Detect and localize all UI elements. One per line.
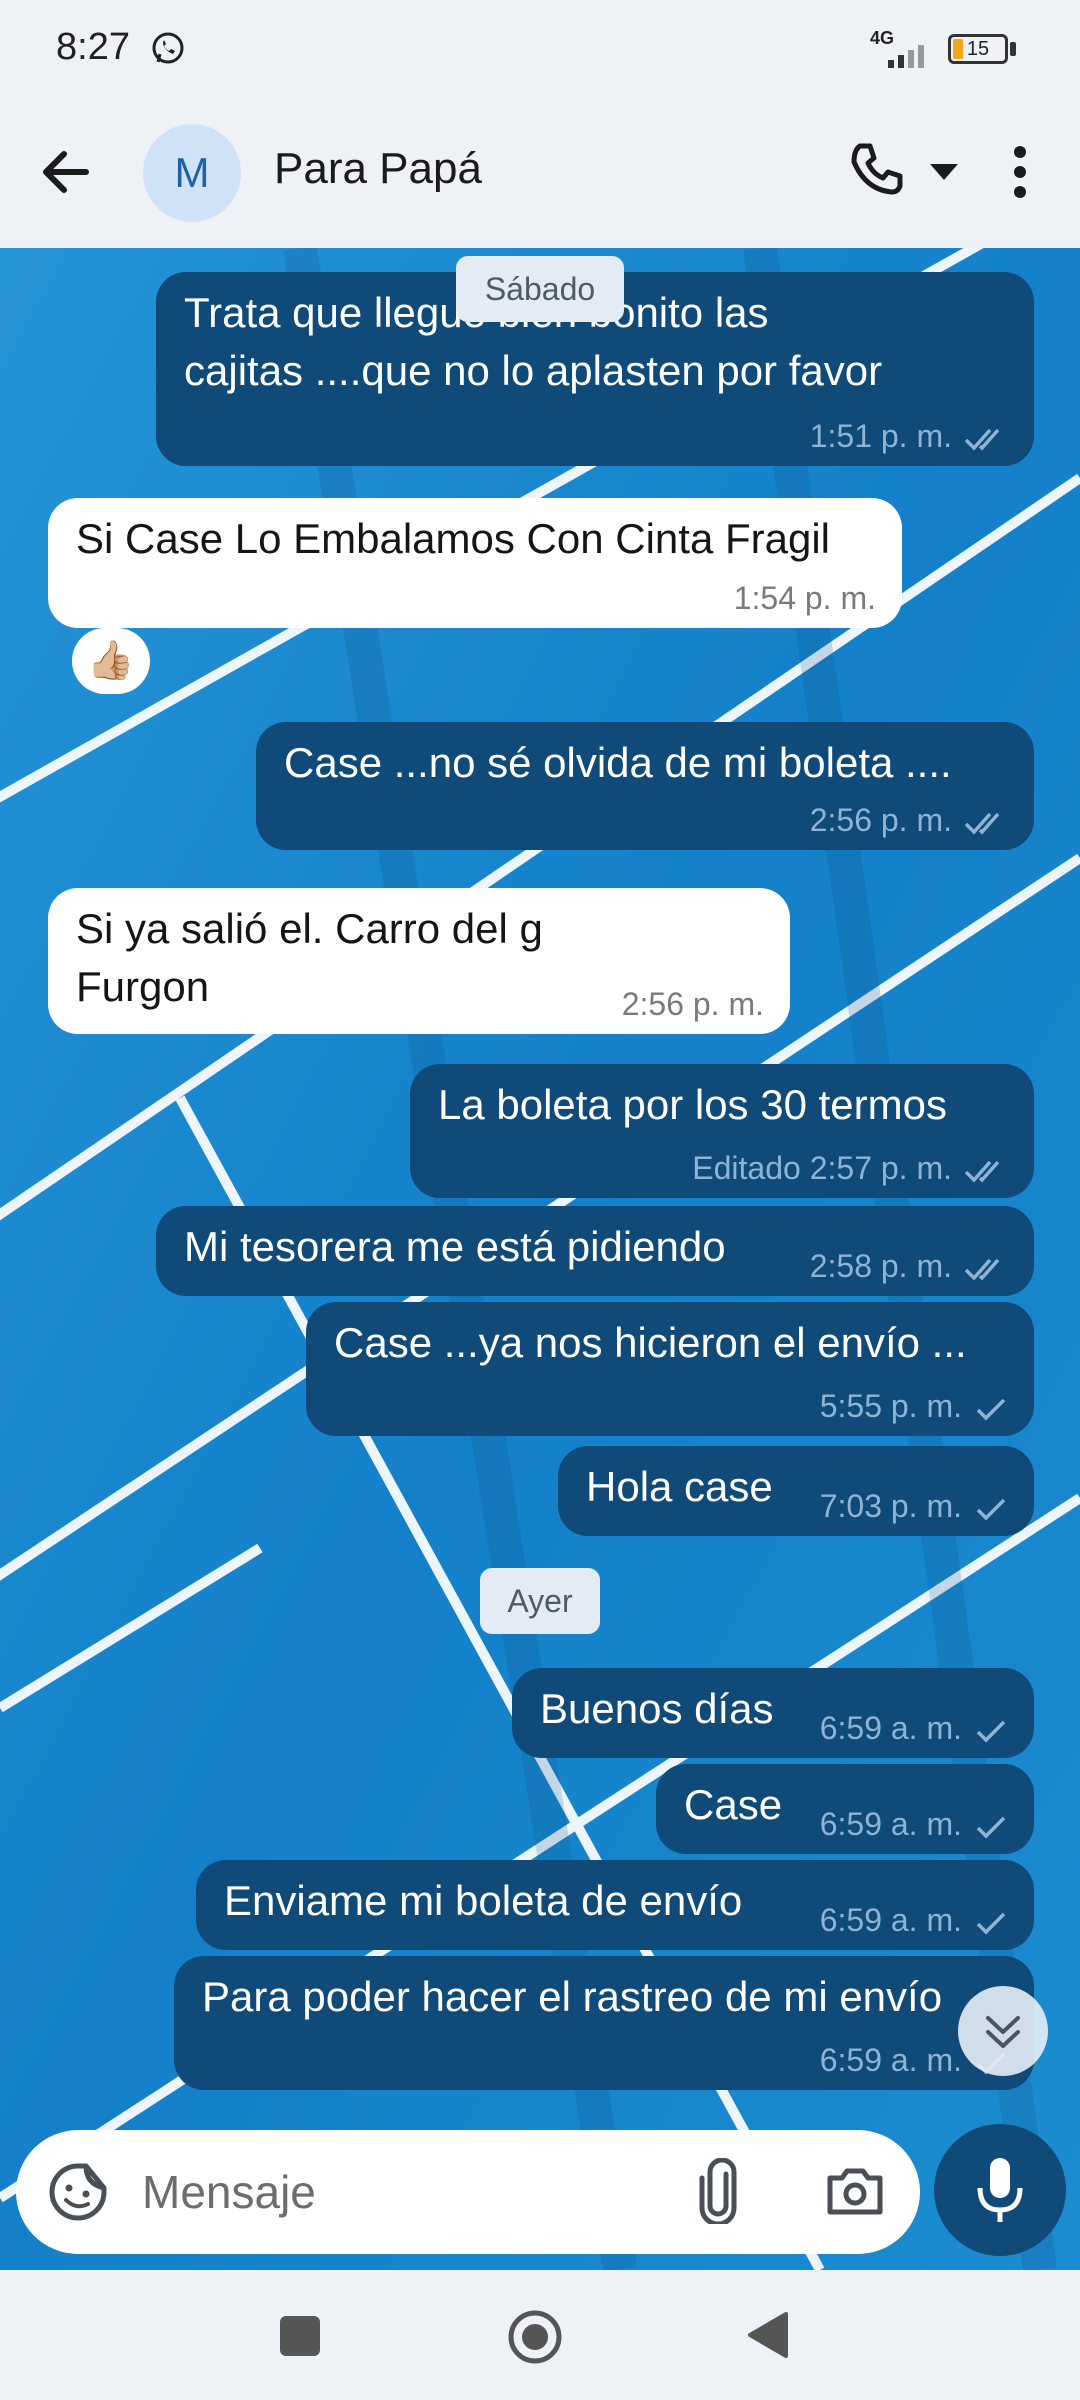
scroll-down-icon [986, 2016, 1020, 2048]
message-text: Case [684, 1781, 783, 1828]
message-bubble-outgoing[interactable]: Case ...no sé olvida de mi boleta .... 2… [256, 722, 1034, 850]
message-text: Para poder hacer el rastreo de mi envío [202, 1973, 943, 2020]
sent-tick-icon [976, 1816, 1006, 1839]
message-text: La boleta por los 30 termos [438, 1081, 947, 1128]
message-bubble-outgoing[interactable]: Enviame mi boleta de envío 6:59 a. m. [196, 1860, 1034, 1950]
more-icon[interactable] [1000, 142, 1040, 202]
whatsapp-icon [152, 32, 184, 64]
avatar[interactable]: M [143, 124, 241, 222]
phone-icon[interactable] [846, 140, 906, 200]
home-button[interactable] [506, 2308, 564, 2366]
message-bubble-outgoing[interactable]: Para poder hacer el rastreo de mi envío … [174, 1956, 1034, 2090]
message-time: 6:59 a. m. [819, 1902, 962, 1938]
message-time: 1:51 p. m. [809, 418, 952, 454]
message-time: 2:58 p. m. [809, 1248, 952, 1284]
message-bubble-outgoing[interactable]: Buenos días 6:59 a. m. [512, 1668, 1034, 1758]
back-arrow-icon[interactable] [30, 136, 102, 208]
sent-tick-icon [976, 1912, 1006, 1935]
message-text: Buenos días [540, 1685, 774, 1732]
status-bar: 8:27 4G 15 [0, 0, 1080, 100]
message-bubble-incoming[interactable]: Si Case Lo Embalamos Con Cinta Fragil 1:… [48, 498, 902, 628]
message-time: 1:54 p. m. [733, 580, 876, 616]
signal-icon: 4G [868, 28, 938, 68]
read-ticks-icon [964, 1258, 1000, 1281]
message-time: 6:59 a. m. [819, 1710, 962, 1746]
sent-tick-icon [976, 1498, 1006, 1521]
message-text: Si ya salió el. Carro del g Furgon [76, 905, 543, 1010]
paperclip-icon[interactable] [696, 2158, 742, 2224]
message-time: 5:55 p. m. [819, 1388, 962, 1424]
dropdown-icon[interactable] [928, 162, 960, 182]
date-divider-saturday: Sábado [456, 256, 624, 322]
message-bubble-outgoing[interactable]: Case 6:59 a. m. [656, 1764, 1034, 1854]
battery-level: 15 [966, 38, 990, 60]
read-ticks-icon [964, 812, 1000, 835]
microphone-button[interactable] [934, 2124, 1066, 2256]
message-text: Case ...ya nos hicieron el envío ... [334, 1319, 967, 1366]
message-time: 7:03 p. m. [819, 1488, 962, 1524]
system-nav-bar [0, 2270, 1080, 2400]
message-time: 2:56 p. m. [809, 802, 952, 838]
recents-button[interactable] [280, 2316, 320, 2356]
message-time: 6:59 a. m. [819, 1806, 962, 1842]
read-ticks-icon [964, 428, 1000, 451]
reaction-thumbs-up[interactable]: 👍🏼 [72, 628, 150, 694]
message-input[interactable] [142, 2158, 662, 2226]
chat-area[interactable]: Trata que llegue bien bonito las cajitas… [0, 248, 1080, 2270]
message-time: 6:59 a. m. [819, 2042, 962, 2078]
message-time: 2:56 p. m. [621, 986, 764, 1022]
message-text: Mi tesorera me está pidiendo [184, 1223, 726, 1270]
message-time: Editado 2:57 p. m. [692, 1150, 952, 1186]
message-text: Case ...no sé olvida de mi boleta .... [284, 739, 952, 786]
date-divider-yesterday: Ayer [480, 1568, 600, 1634]
message-bubble-outgoing[interactable]: Case ...ya nos hicieron el envío ... 5:5… [306, 1302, 1034, 1436]
compose-bar [16, 2130, 920, 2254]
message-bubble-outgoing[interactable]: Mi tesorera me está pidiendo 2:58 p. m. [156, 1206, 1034, 1296]
chat-header: M Para Papá [0, 100, 1080, 248]
contact-name[interactable]: Para Papá [274, 144, 482, 194]
sent-tick-icon [976, 1720, 1006, 1743]
message-text: Si Case Lo Embalamos Con Cinta Fragil [76, 515, 830, 562]
message-text: Enviame mi boleta de envío [224, 1877, 743, 1924]
microphone-icon [977, 2158, 1023, 2222]
emoji-sticker-icon[interactable] [46, 2160, 110, 2224]
message-bubble-incoming[interactable]: Si ya salió el. Carro del g Furgon 2:56 … [48, 888, 790, 1034]
sent-tick-icon [976, 1398, 1006, 1421]
message-bubble-outgoing[interactable]: Hola case 7:03 p. m. [558, 1446, 1034, 1536]
read-ticks-icon [964, 1160, 1000, 1183]
message-text: Hola case [586, 1463, 773, 1510]
message-bubble-outgoing[interactable]: La boleta por los 30 termos Editado 2:57… [410, 1064, 1034, 1198]
camera-icon[interactable] [824, 2160, 886, 2222]
nav-back-icon[interactable] [746, 2310, 790, 2360]
status-time: 8:27 [56, 26, 130, 68]
scroll-to-bottom-button[interactable] [958, 1986, 1048, 2076]
battery-icon: 15 [948, 34, 1008, 64]
